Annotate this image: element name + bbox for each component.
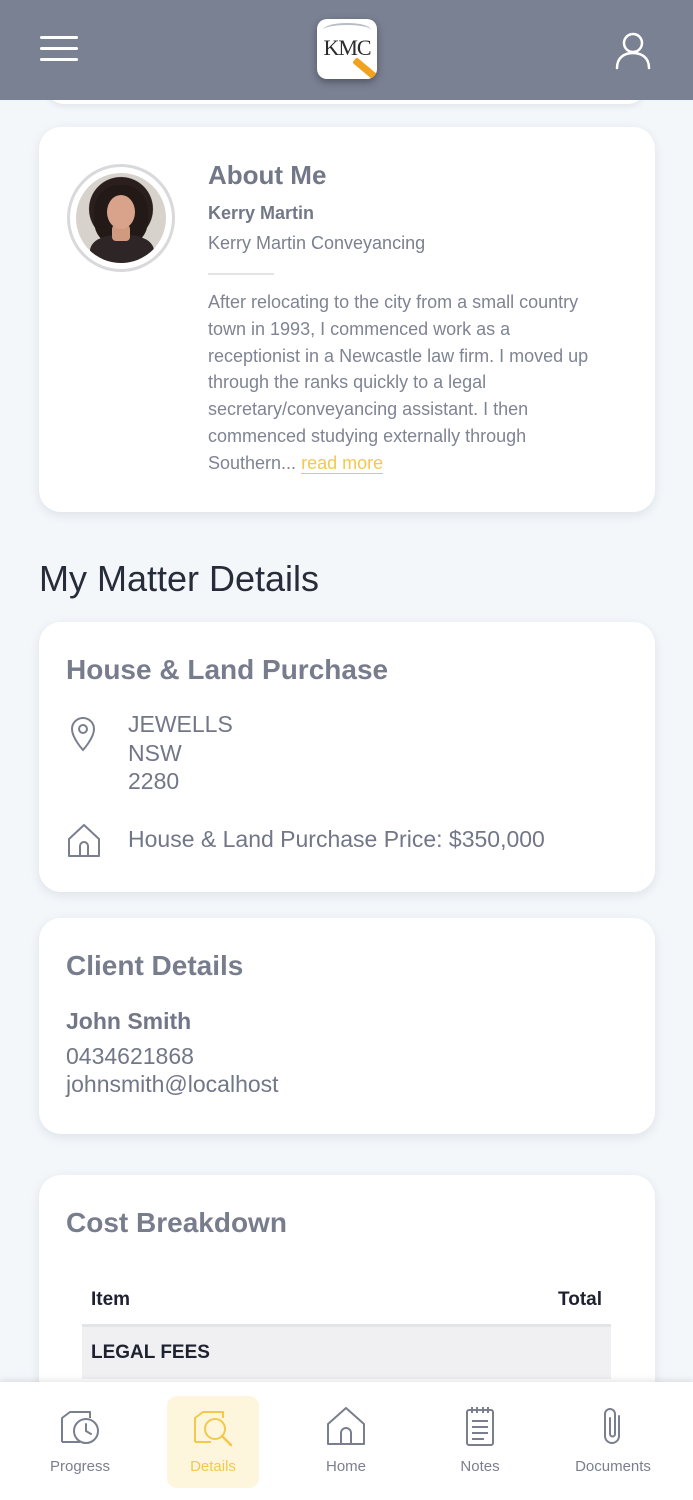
- avatar: [67, 164, 175, 272]
- app-header: KMC: [0, 0, 693, 100]
- read-more-link[interactable]: read more: [301, 452, 384, 474]
- bottom-navigation: Progress Details Home Notes Documents: [0, 1382, 693, 1500]
- house-icon: [68, 824, 100, 857]
- about-bio: After relocating to the city from a smal…: [208, 292, 589, 474]
- nav-progress[interactable]: Progress: [34, 1396, 126, 1488]
- kmc-logo[interactable]: KMC: [317, 19, 377, 79]
- client-title: Client Details: [66, 950, 244, 981]
- about-name: Kerry Martin: [208, 203, 315, 223]
- cost-table: Item Total LEGAL FEES: [82, 1275, 611, 1379]
- about-company: Kerry Martin Conveyancing: [208, 233, 426, 253]
- about-me-card: About Me Kerry Martin Kerry Martin Conve…: [39, 127, 655, 512]
- table-row: LEGAL FEES: [82, 1327, 611, 1379]
- nav-label: Home: [325, 1458, 366, 1475]
- client-email[interactable]: johnsmith@localhost: [66, 1071, 279, 1098]
- paperclip-icon: [604, 1408, 620, 1444]
- client-name: John Smith: [66, 1008, 192, 1034]
- nav-label: Progress: [49, 1458, 111, 1475]
- matter-address: JEWELLS NSW 2280: [128, 711, 233, 794]
- nav-details[interactable]: Details: [167, 1396, 259, 1488]
- home-icon: [327, 1407, 365, 1445]
- cost-title: Cost Breakdown: [66, 1207, 287, 1238]
- nav-home[interactable]: Home: [300, 1396, 392, 1488]
- notes-icon: [466, 1407, 494, 1446]
- logo-text: KMC: [323, 35, 371, 60]
- nav-label: Details: [190, 1458, 236, 1475]
- user-profile-icon[interactable]: [612, 30, 654, 72]
- purchase-price: House & Land Purchase Price: $350,000: [128, 826, 545, 852]
- location-pin-icon: [70, 717, 96, 752]
- nav-label: Documents: [575, 1458, 651, 1475]
- column-header-total: Total: [558, 1288, 602, 1310]
- client-phone[interactable]: 0434621868: [66, 1043, 194, 1070]
- hamburger-menu-icon[interactable]: [40, 36, 80, 62]
- client-details-card: Client Details John Smith 0434621868 joh…: [39, 918, 655, 1134]
- column-header-item: Item: [91, 1288, 131, 1310]
- divider: [208, 273, 274, 275]
- cost-table-header: Item Total: [82, 1275, 611, 1327]
- about-title: About Me: [208, 160, 327, 190]
- section-heading: My Matter Details: [39, 558, 320, 599]
- details-search-icon: [194, 1411, 233, 1447]
- progress-clock-icon: [61, 1411, 99, 1444]
- matter-card: House & Land Purchase JEWELLS NSW 2280 H…: [39, 622, 655, 892]
- nav-documents[interactable]: Documents: [567, 1396, 659, 1488]
- nav-notes[interactable]: Notes: [434, 1396, 526, 1488]
- matter-title: House & Land Purchase: [66, 654, 389, 685]
- cost-row-label: LEGAL FEES: [91, 1342, 210, 1363]
- nav-label: Notes: [460, 1458, 500, 1475]
